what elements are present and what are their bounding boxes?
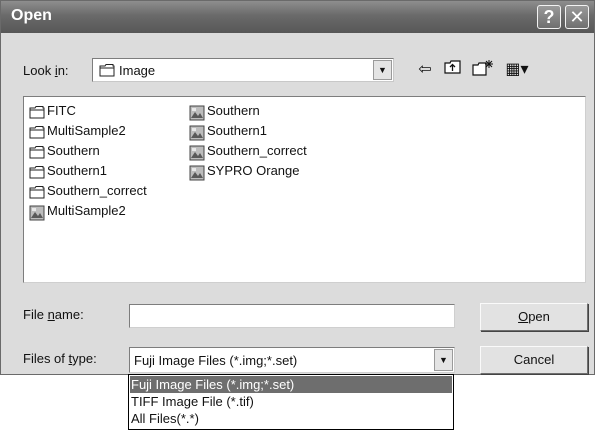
list-item-label: Southern_correct [47,183,147,198]
open-button-key: O [518,309,529,324]
list-item-label: Southern_correct [207,143,307,158]
list-item-label: Southern [47,143,100,158]
back-arrow-icon[interactable]: ⇦ [413,59,437,81]
dropdown-option[interactable]: Fuji Image Files (*.img;*.set) [130,376,452,393]
window-title: Open [11,7,52,24]
look-in-label: Look in: [23,63,69,78]
open-button[interactable]: Open [480,303,588,331]
file-list[interactable]: FITC MultiSample2 Southern Southern1 Souther… [23,96,586,283]
cancel-button[interactable]: Cancel [480,346,588,374]
list-item-label: Southern1 [47,163,107,178]
files-of-type-dropdown-button[interactable]: ▼ [434,349,453,371]
list-item-label: Southern [207,103,260,118]
help-button[interactable]: ? [537,5,561,29]
up-folder-icon[interactable] [441,59,465,81]
dropdown-option[interactable]: All Files(*.*) [130,410,452,427]
file-name-input[interactable] [129,304,455,328]
file-name-label-key: n [47,307,55,322]
list-item-label: Southern1 [207,123,267,138]
list-item-label: MultiSample2 [47,123,126,138]
files-of-type-label-pre: Files of [23,351,69,366]
list-item-label: FITC [47,103,76,118]
look-in-label-pre: Look [23,63,55,78]
list-item-label: MultiSample2 [47,203,126,218]
files-of-type-value: Fuji Image Files (*.img;*.set) [134,353,298,368]
file-name-label: File name: [23,307,84,322]
file-name-label-post: ame: [54,307,84,322]
files-of-type-dropdown-list[interactable]: Fuji Image Files (*.img;*.set) TIFF Image… [128,374,454,430]
files-of-type-select[interactable]: Fuji Image Files (*.img;*.set) ▼ [129,347,455,373]
title-bar[interactable]: Open ? ✕ [1,1,594,33]
files-of-type-label-post: ype: [72,351,97,366]
look-in-label-post: n: [57,63,69,78]
close-button[interactable]: ✕ [565,5,589,29]
file-name-label-pre: File [23,307,48,322]
folder-icon [99,64,115,77]
list-item-label: SYPRO Orange [207,163,300,178]
new-folder-icon[interactable] [471,59,495,81]
new-folder-glyph [472,60,493,76]
files-of-type-label: Files of type: [23,351,97,366]
view-menu-icon[interactable]: ▦▾ [501,59,533,81]
look-in-combo[interactable]: Image ▼ [92,58,394,82]
dropdown-option[interactable]: TIFF Image File (*.tif) [130,393,452,410]
open-dialog: Open ? ✕ Look in: Image ▼ ⇦ ▦▾ FITC Multi… [0,0,595,375]
look-in-dropdown-button[interactable]: ▼ [373,60,392,80]
look-in-value: Image [119,63,156,78]
up-folder-glyph [444,60,461,74]
open-button-label: pen [528,309,550,324]
